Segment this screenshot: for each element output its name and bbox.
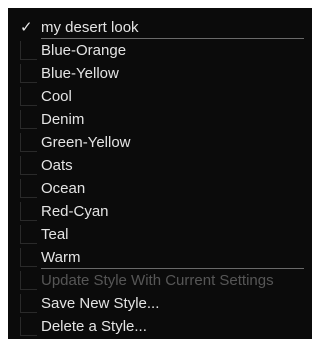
menu-item-label: Red-Cyan: [41, 203, 109, 220]
menu-item-gutter: [20, 110, 37, 129]
menu-item-my-desert-look[interactable]: ✓ my desert look: [8, 16, 312, 39]
menu-item-label: Denim: [41, 111, 85, 128]
menu-item-blue-orange[interactable]: Blue-Orange: [8, 39, 312, 62]
menu-item-label: Update Style With Current Settings: [41, 272, 274, 289]
menu-item-label: Oats: [41, 157, 73, 174]
menu-item-gutter: [20, 87, 37, 106]
menu-item-gutter: [20, 156, 37, 175]
menu-item-label: Warm: [41, 249, 81, 266]
menu-item-blue-yellow[interactable]: Blue-Yellow: [8, 62, 312, 85]
menu-item-ocean[interactable]: Ocean: [8, 177, 312, 200]
update-style-menu-item: Update Style With Current Settings: [8, 269, 312, 292]
menu-item-gutter: [20, 202, 37, 221]
menu-item-gutter: [20, 294, 37, 313]
menu-item-label: my desert look: [41, 19, 139, 36]
menu-item-label: Ocean: [41, 180, 86, 197]
checkmark-icon: ✓: [20, 19, 33, 36]
style-dropdown-menu: ✓ my desert look Blue-Orange Blue-Yellow…: [8, 8, 312, 339]
menu-item-label: Teal: [41, 226, 69, 243]
menu-item-gutter: [20, 248, 37, 267]
menu-item-gutter: [20, 41, 37, 60]
delete-style-menu-item[interactable]: Delete a Style...: [8, 315, 312, 338]
menu-item-label: Blue-Orange: [41, 42, 127, 59]
menu-item-red-cyan[interactable]: Red-Cyan: [8, 200, 312, 223]
menu-item-gutter: [20, 64, 37, 83]
menu-item-label: Green-Yellow: [41, 134, 131, 151]
menu-item-gutter: [20, 225, 37, 244]
menu-item-denim[interactable]: Denim: [8, 108, 312, 131]
menu-item-green-yellow[interactable]: Green-Yellow: [8, 131, 312, 154]
menu-item-label: Save New Style...: [41, 295, 160, 312]
save-new-style-menu-item[interactable]: Save New Style...: [8, 292, 312, 315]
menu-item-gutter: [20, 317, 37, 336]
menu-item-label: Delete a Style...: [41, 318, 147, 335]
menu-item-oats[interactable]: Oats: [8, 154, 312, 177]
menu-item-gutter: [20, 179, 37, 198]
menu-item-teal[interactable]: Teal: [8, 223, 312, 246]
menu-item-warm[interactable]: Warm: [8, 246, 312, 269]
menu-item-gutter: [20, 133, 37, 152]
menu-item-cool[interactable]: Cool: [8, 85, 312, 108]
menu-item-label: Cool: [41, 88, 72, 105]
menu-item-gutter: [20, 271, 37, 290]
menu-item-label: Blue-Yellow: [41, 65, 119, 82]
